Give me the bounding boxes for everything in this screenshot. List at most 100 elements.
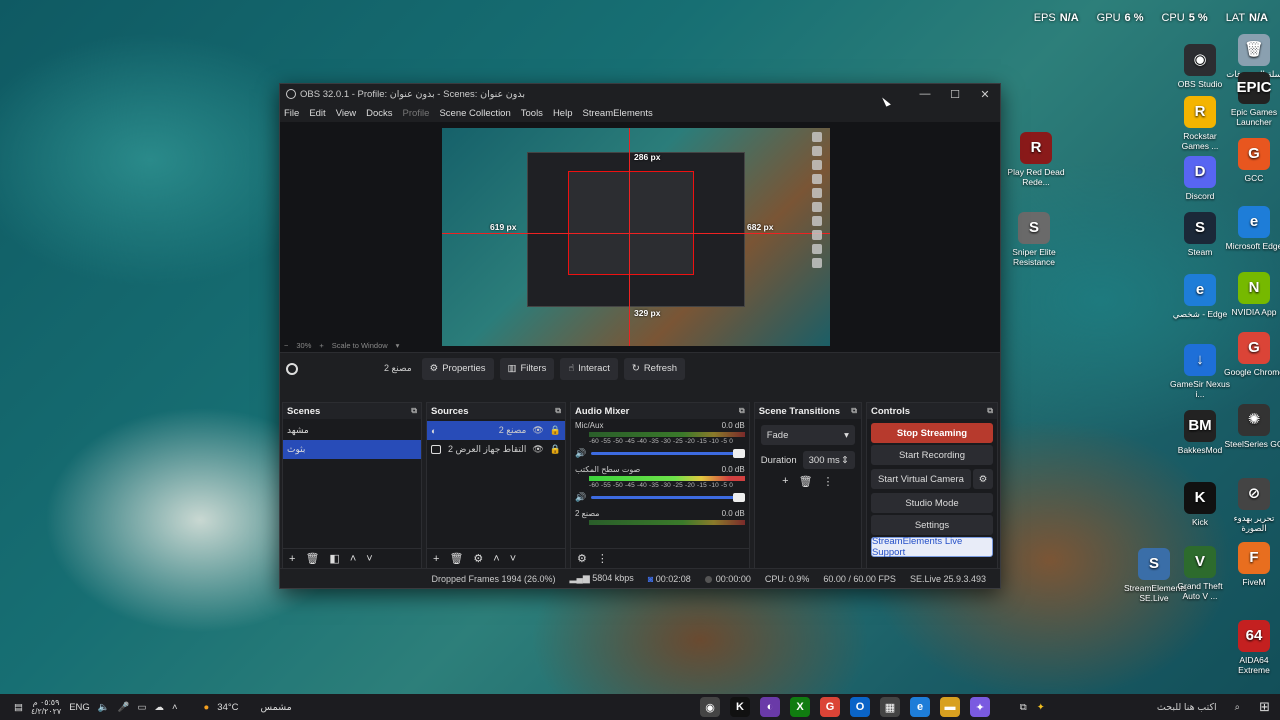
eye-icon[interactable]: 👁	[532, 444, 543, 455]
desktop-icon[interactable]: F FiveM	[1224, 542, 1280, 587]
obs-titlebar[interactable]: OBS 32.0.1 - Profile: بدون عنوان - Scene…	[280, 84, 1000, 104]
properties-button[interactable]: ⚙ Properties	[421, 357, 494, 380]
eye-icon[interactable]: 👁	[532, 425, 543, 436]
source-properties-icon[interactable]: ⚙	[473, 552, 483, 565]
preview-canvas[interactable]: 286 px 619 px 682 px 329 px	[442, 128, 830, 346]
desktop-icon[interactable]: e Microsoft Edge	[1224, 206, 1280, 251]
desktop-icon[interactable]: S Sniper Elite Resistance	[1004, 212, 1064, 267]
taskbar-obs-icon[interactable]: ◉	[700, 697, 720, 717]
taskbar-app-icon[interactable]: ◐	[760, 697, 780, 717]
taskbar-kick-icon[interactable]: K	[730, 697, 750, 717]
menu-tools[interactable]: Tools	[521, 108, 543, 119]
interact-button[interactable]: ☝ Interact	[560, 357, 618, 380]
desktop-icon[interactable]: N NVIDIA App	[1224, 272, 1280, 317]
move-down-icon[interactable]: ˅	[510, 553, 516, 565]
desktop-icon[interactable]: V Grand Theft Auto V ...	[1170, 546, 1230, 601]
transition-menu-icon[interactable]: ⋮	[823, 475, 834, 488]
desktop-icon[interactable]: EPIC Epic Games Launcher	[1224, 72, 1280, 127]
search-icon[interactable]: ⌕	[1235, 702, 1240, 713]
lock-icon[interactable]: 🔒	[550, 425, 561, 436]
mixer-menu-icon[interactable]: ⋮	[597, 552, 608, 565]
virtual-camera-settings-icon[interactable]: ⚙	[973, 469, 994, 489]
start-icon[interactable]: ⊞	[1259, 699, 1270, 715]
scale-mode-dropdown-icon[interactable]: ▾	[396, 341, 400, 350]
clock[interactable]: ٠٥:٥٩ م ٤/٢/٢٠٢٧	[31, 698, 61, 716]
desktop-icon[interactable]: ◉ OBS Studio	[1170, 44, 1230, 89]
add-source-icon[interactable]: +	[433, 553, 439, 565]
desktop-icon[interactable]: R Play Red Dead Rede...	[1006, 132, 1066, 187]
undock-icon[interactable]: ⧉	[555, 406, 561, 416]
volume-slider[interactable]	[591, 493, 745, 502]
desktop-icon[interactable]: R Rockstar Games ...	[1170, 96, 1230, 151]
duration-input[interactable]: 300 ms ⇕	[802, 451, 855, 469]
start-virtual-camera-button[interactable]: Start Virtual Camera	[870, 469, 972, 489]
menu-streamelements[interactable]: StreamElements	[582, 108, 652, 119]
move-up-icon[interactable]: ˄	[350, 553, 356, 565]
scene-item[interactable]: مشهد	[283, 421, 421, 440]
taskbar-edge-icon[interactable]: e	[910, 697, 930, 717]
taskbar-xbox-icon[interactable]: X	[790, 697, 810, 717]
desktop-icon[interactable]: K Kick	[1170, 482, 1230, 527]
menu-profile[interactable]: Profile	[403, 108, 430, 119]
scene-item-selected[interactable]: بثوث	[283, 440, 421, 459]
taskbar-search[interactable]: اكتب هنا للبحث	[1055, 697, 1225, 717]
scene-filters-icon[interactable]: ◧	[329, 552, 339, 565]
undock-icon[interactable]: ⧉	[739, 406, 745, 416]
taskbar-outlook-icon[interactable]: O	[850, 697, 870, 717]
menu-docks[interactable]: Docks	[366, 108, 392, 119]
desktop-icon[interactable]: e شخصي - Edge	[1170, 274, 1230, 319]
menu-view[interactable]: View	[336, 108, 356, 119]
minimize-icon[interactable]: —	[910, 88, 940, 101]
desktop-icon[interactable]: ⊘ تحرير بهدوء الصورة	[1224, 478, 1280, 533]
menu-scene-collection[interactable]: Scene Collection	[439, 108, 510, 119]
remove-source-icon[interactable]: 🗑	[449, 552, 463, 565]
remove-transition-icon[interactable]: 🗑	[799, 475, 813, 488]
move-down-icon[interactable]: ˅	[366, 553, 372, 565]
taskbar-store-icon[interactable]: ▦	[880, 697, 900, 717]
desktop-icon[interactable]: G GCC	[1224, 138, 1280, 183]
settings-button[interactable]: Settings	[870, 515, 994, 535]
desktop-icon[interactable]: D Discord	[1170, 156, 1230, 201]
network-icon[interactable]: ▭	[138, 702, 147, 713]
move-up-icon[interactable]: ˄	[493, 553, 499, 565]
weather-icon[interactable]: ●	[204, 702, 210, 713]
start-recording-button[interactable]: Start Recording	[870, 445, 994, 465]
desktop-icon[interactable]: S Steam	[1170, 212, 1230, 257]
undock-icon[interactable]: ⧉	[987, 406, 993, 416]
task-view-icon[interactable]: ⧉	[1020, 702, 1027, 713]
close-icon[interactable]: ✕	[970, 88, 1000, 101]
taskbar-explorer-icon[interactable]: ▬	[940, 697, 960, 717]
menu-edit[interactable]: Edit	[309, 108, 325, 119]
stop-streaming-button[interactable]: Stop Streaming	[870, 423, 994, 443]
lock-icon[interactable]: 🔒	[550, 444, 561, 455]
volume-slider[interactable]	[591, 449, 745, 458]
zoom-out-button[interactable]: −	[284, 341, 288, 350]
filters-button[interactable]: ▥ Filters	[499, 357, 555, 380]
notifications-icon[interactable]: ▤	[14, 702, 23, 713]
desktop-icon[interactable]: 64 AIDA64 Extreme	[1224, 620, 1280, 675]
add-scene-icon[interactable]: +	[289, 553, 295, 565]
refresh-button[interactable]: ↻ Refresh	[623, 357, 686, 380]
weather-text[interactable]: مشمس	[261, 702, 292, 713]
live-support-button[interactable]: StreamElements Live Support	[870, 536, 994, 558]
source-item[interactable]: التقاط جهاز العرض 2 👁 🔒	[427, 440, 565, 459]
selected-source-box[interactable]	[568, 171, 694, 275]
source-item-selected[interactable]: ◐ مصنع 2 👁 🔒	[427, 421, 565, 440]
undock-icon[interactable]: ⧉	[411, 406, 417, 416]
undock-icon[interactable]: ⧉	[851, 406, 857, 416]
studio-mode-button[interactable]: Studio Mode	[870, 493, 994, 513]
mic-icon[interactable]: 🎤	[118, 702, 130, 713]
menu-help[interactable]: Help	[553, 108, 573, 119]
speaker-icon[interactable]: 🔊	[575, 448, 587, 459]
menu-file[interactable]: File	[284, 108, 299, 119]
taskbar-copilot-icon[interactable]: ✦	[970, 697, 990, 717]
speaker-icon[interactable]: 🔊	[575, 492, 587, 503]
remove-scene-icon[interactable]: 🗑	[305, 552, 319, 565]
copilot-icon[interactable]: ✦	[1037, 702, 1045, 713]
desktop-icon[interactable]: ↓ GameSir Nexus i...	[1170, 344, 1230, 399]
volume-icon[interactable]: 🔈	[98, 702, 110, 713]
weather-temp[interactable]: 34°C	[217, 702, 238, 713]
spin-icon[interactable]: ⇕	[841, 455, 849, 466]
mixer-settings-icon[interactable]: ⚙	[577, 552, 587, 565]
maximize-icon[interactable]: ☐	[940, 88, 970, 101]
